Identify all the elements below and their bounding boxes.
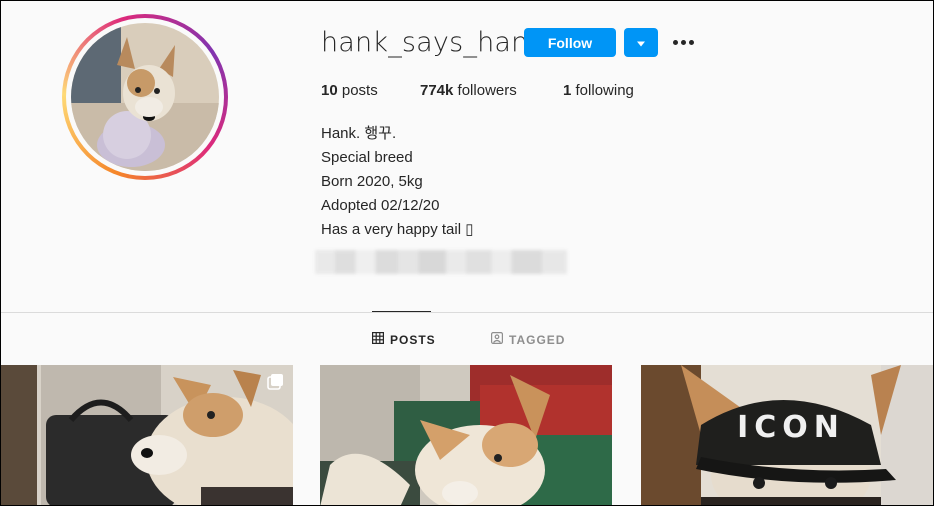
active-tab-indicator bbox=[372, 311, 431, 312]
following-stat[interactable]: 1 following bbox=[563, 82, 634, 99]
bio-line: Has a very happy tail ▯ bbox=[321, 221, 474, 238]
follow-button[interactable]: Follow bbox=[524, 28, 616, 57]
more-options-button[interactable] bbox=[669, 31, 697, 53]
posts-stat: 10 posts bbox=[321, 82, 378, 99]
tab-tagged[interactable]: TAGGED bbox=[491, 332, 565, 347]
grid-icon bbox=[372, 332, 385, 347]
multi-photo-icon bbox=[267, 373, 285, 391]
bio-line: Hank. 행꾸. bbox=[321, 125, 397, 142]
username: hank_says_hank bbox=[321, 27, 545, 58]
bio: Hank. 행꾸. Special breed Born 2020, 5kg A… bbox=[321, 122, 681, 242]
tab-posts[interactable]: POSTS bbox=[372, 332, 436, 347]
suggested-dropdown-button[interactable] bbox=[624, 28, 658, 57]
redacted-link[interactable] bbox=[315, 250, 567, 274]
avatar[interactable] bbox=[71, 23, 219, 171]
bio-line: Born 2020, 5kg bbox=[321, 173, 423, 190]
post-thumbnail[interactable] bbox=[320, 365, 612, 505]
profile-page: hank_says_hank Follow 10 posts 774k foll… bbox=[0, 0, 934, 506]
bio-line: Special breed bbox=[321, 149, 413, 166]
followers-stat[interactable]: 774k followers bbox=[420, 82, 517, 99]
caret-down-icon bbox=[636, 33, 646, 52]
story-ring[interactable] bbox=[62, 14, 228, 180]
tag-person-icon bbox=[491, 332, 504, 347]
post-thumbnail[interactable] bbox=[1, 365, 293, 505]
bio-line: Adopted 02/12/20 bbox=[321, 197, 440, 214]
cap-text: ICON bbox=[737, 410, 845, 445]
post-thumbnail[interactable]: ICON bbox=[641, 365, 933, 505]
more-dots-icon bbox=[672, 39, 678, 45]
divider bbox=[1, 312, 933, 313]
